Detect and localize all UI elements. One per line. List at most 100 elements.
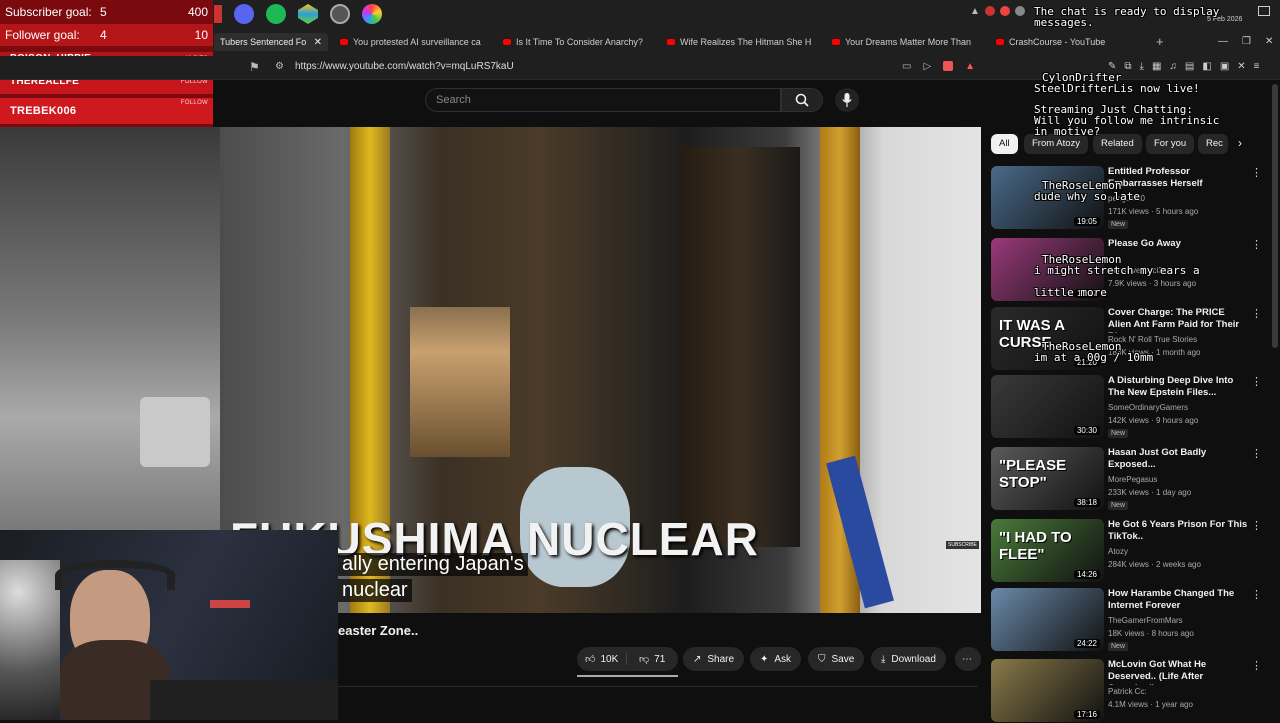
- close-window-icon[interactable]: ✕: [1265, 36, 1273, 47]
- subscriber-goal-current: 5: [100, 5, 107, 19]
- more-vert-icon[interactable]: ⋮: [1251, 375, 1262, 388]
- more-vert-icon[interactable]: ⋮: [1251, 519, 1262, 532]
- channel-name[interactable]: Patrick Cc:: [1108, 687, 1147, 696]
- share-icon: ↗: [693, 653, 702, 665]
- recommendation-title[interactable]: Please Go Away: [1108, 238, 1248, 250]
- chip-recent[interactable]: Rec: [1198, 134, 1228, 154]
- more-vert-icon[interactable]: ⋮: [1251, 238, 1262, 251]
- chip-all[interactable]: All: [991, 134, 1018, 154]
- video-thumbnail[interactable]: 24:22: [991, 588, 1104, 651]
- like-button[interactable]: 👍︎ 10K: [577, 653, 627, 665]
- download-button[interactable]: ⤓ Download: [871, 647, 946, 671]
- more-vert-icon[interactable]: ⋮: [1251, 307, 1262, 320]
- video-thumbnail[interactable]: "PLEASE STOP" 38:18: [991, 447, 1104, 510]
- event-trebek: TREBEK006 FOLLOW: [0, 98, 213, 124]
- extension-icon[interactable]: ▦: [1152, 61, 1161, 72]
- channel-name[interactable]: TheGamerFromMars: [1108, 616, 1183, 625]
- microphone-icon: [842, 93, 852, 107]
- more-icon: ⋯: [962, 653, 972, 665]
- extension-icon[interactable]: ✕: [1237, 61, 1245, 72]
- tab[interactable]: Your Dreams Matter More Than: [832, 33, 978, 51]
- tab[interactable]: You protested AI surveillance ca: [340, 33, 486, 51]
- sidebar-icon[interactable]: ◧: [1202, 61, 1211, 72]
- video-thumbnail[interactable]: 30:30: [991, 375, 1104, 438]
- microphone-prop: [0, 560, 60, 720]
- recommendation-title[interactable]: He Got 6 Years Prison For This TikTok..: [1108, 519, 1248, 543]
- recommendation-title[interactable]: How Harambe Changed The Internet Forever: [1108, 588, 1248, 612]
- layers-app-icon[interactable]: [298, 4, 318, 24]
- new-tab-icon[interactable]: +: [1156, 34, 1164, 49]
- spotify-icon[interactable]: [266, 4, 286, 24]
- video-thumbnail[interactable]: 17:16: [991, 659, 1104, 722]
- shield-icon[interactable]: [943, 61, 954, 71]
- site-settings-icon[interactable]: ⚙: [275, 61, 284, 72]
- video-duration: 24:22: [1073, 639, 1100, 648]
- extension-icon[interactable]: ▤: [1185, 61, 1194, 72]
- bookmark-icon[interactable]: ⚑: [249, 60, 260, 74]
- url-field[interactable]: https://www.youtube.com/watch?v=mqLuRS7k…: [295, 61, 514, 72]
- tab-label: Your Dreams Matter More Than: [845, 37, 972, 47]
- share-label: Share: [707, 653, 735, 665]
- close-tab-icon[interactable]: ✕: [314, 37, 322, 48]
- channel-name[interactable]: Atozy: [1108, 547, 1128, 556]
- screen-icon[interactable]: ▭: [902, 61, 911, 72]
- more-vert-icon[interactable]: ⋮: [1251, 588, 1262, 601]
- recommendation-title[interactable]: Hasan Just Got Badly Exposed...: [1108, 447, 1248, 471]
- recommendation-item[interactable]: "PLEASE STOP" 38:18 Hasan Just Got Badly E…: [991, 447, 1271, 511]
- play-icon[interactable]: ▷: [923, 61, 931, 72]
- notification-icon[interactable]: [1258, 6, 1270, 16]
- recommendation-item[interactable]: 30:30 A Disturbing Deep Dive Into The New…: [991, 375, 1271, 439]
- more-vert-icon[interactable]: ⋮: [1251, 447, 1262, 460]
- caption-line-2: nuclear: [338, 579, 412, 602]
- video-thumbnail[interactable]: "I HAD TO FLEE" 14:26: [991, 519, 1104, 582]
- tab[interactable]: Wife Realizes The Hitman She H: [667, 33, 813, 51]
- wallet-icon[interactable]: ▣: [1220, 61, 1229, 72]
- recommendation-title[interactable]: A Disturbing Deep Dive Into The New Epst…: [1108, 375, 1248, 399]
- tab[interactable]: CrashCourse - YouTube: [996, 33, 1142, 51]
- extension-icon[interactable]: ⧉: [1124, 61, 1131, 72]
- tray-app-icon[interactable]: [984, 6, 995, 16]
- dislike-button[interactable]: 👎︎ 71: [633, 653, 665, 666]
- scrollbar[interactable]: [1272, 84, 1278, 348]
- music-icon[interactable]: ♫: [1169, 61, 1177, 72]
- tray-up-icon[interactable]: ▲: [970, 6, 980, 17]
- save-button[interactable]: ⛉ Save: [808, 647, 865, 671]
- download-icon[interactable]: ⤓: [1140, 61, 1144, 72]
- chat-message: little more: [1034, 286, 1107, 299]
- maximize-icon[interactable]: ❐: [1242, 36, 1251, 47]
- recommendation-title[interactable]: Cover Charge: The PRICE Alien Ant Farm P…: [1108, 307, 1248, 333]
- download-icon: ⤓: [881, 653, 886, 665]
- recommendation-title[interactable]: McLovin Got What He Deserved.. (Life Aft…: [1108, 659, 1248, 685]
- color-app-icon[interactable]: [362, 4, 382, 24]
- app-icon[interactable]: [214, 5, 222, 23]
- recommendation-item[interactable]: 24:22 How Harambe Changed The Internet Fo…: [991, 588, 1271, 652]
- channel-name[interactable]: MorePegasus: [1108, 475, 1157, 484]
- chip-related[interactable]: Related: [1093, 134, 1142, 154]
- thumbnail-text: "I HAD TO FLEE": [999, 529, 1072, 563]
- chip-for-you[interactable]: For you: [1146, 134, 1195, 154]
- ask-button[interactable]: ✦ Ask: [750, 647, 802, 671]
- tray-app-icon[interactable]: [1014, 6, 1025, 16]
- recommendation-item[interactable]: 17:16 McLovin Got What He Deserved.. (Lif…: [991, 659, 1271, 723]
- recommendation-title[interactable]: Entitled Professor Embarrasses Herself: [1108, 166, 1248, 190]
- more-vert-icon[interactable]: ⋮: [1251, 166, 1262, 179]
- search-button[interactable]: [781, 88, 823, 112]
- minimize-icon[interactable]: —: [1218, 36, 1228, 47]
- voice-search-button[interactable]: [835, 88, 859, 112]
- more-vert-icon[interactable]: ⋮: [1251, 659, 1262, 672]
- obs-icon[interactable]: [330, 4, 350, 24]
- search-input[interactable]: Search: [425, 88, 781, 112]
- tray-app-icon[interactable]: [999, 6, 1010, 16]
- more-actions-button[interactable]: ⋯: [955, 647, 981, 671]
- channel-name[interactable]: SomeOrdinaryGamers: [1108, 403, 1188, 412]
- tab-active[interactable]: Tubers Sentenced Fo ✕: [214, 33, 328, 51]
- caption-line-1: ally entering Japan's: [338, 553, 528, 576]
- share-button[interactable]: ↗ Share: [683, 647, 745, 671]
- recommendation-item[interactable]: "I HAD TO FLEE" 14:26 He Got 6 Years Priso…: [991, 519, 1271, 583]
- menu-icon[interactable]: ≡: [1254, 61, 1260, 72]
- tab[interactable]: Is It Time To Consider Anarchy?: [503, 33, 649, 51]
- chevron-right-icon[interactable]: ›: [1238, 136, 1242, 150]
- alert-icon[interactable]: ▲: [965, 61, 975, 72]
- video-subscribe-watermark[interactable]: SUBSCRIBE: [946, 541, 979, 549]
- discord-icon[interactable]: [234, 4, 254, 24]
